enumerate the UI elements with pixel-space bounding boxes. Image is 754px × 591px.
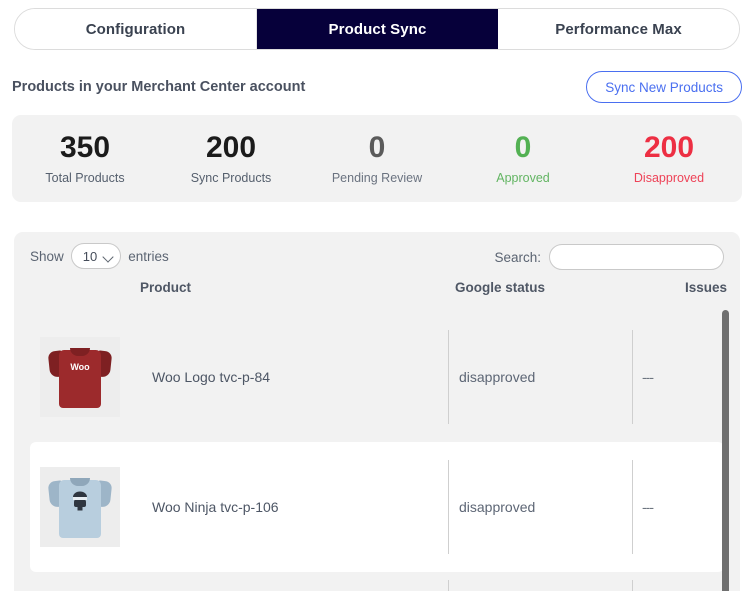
column-header-google-status[interactable]: Google status: [455, 280, 545, 295]
stat-disapproved-value: 200: [643, 130, 695, 164]
stat-approved-value: 0: [514, 130, 532, 164]
tshirt-icon: [47, 474, 113, 540]
table-header-row: Product Google status Issues: [14, 280, 740, 312]
column-divider: [632, 460, 633, 554]
stat-disapproved: 200 Disapproved: [596, 132, 742, 186]
stat-sync-products: 200 Sync Products: [158, 132, 304, 186]
tshirt-icon: Woo: [47, 344, 113, 410]
page-title: Products in your Merchant Center account: [12, 79, 306, 95]
page-length-select[interactable]: 10: [70, 243, 122, 269]
table-row[interactable]: [14, 572, 740, 591]
product-thumbnail: [40, 467, 120, 547]
column-divider: [632, 580, 633, 591]
stat-total-products-value: 350: [59, 130, 111, 164]
page-length-group: Show 10 entries: [30, 243, 169, 269]
stat-disapproved-label: Disapproved: [633, 171, 705, 186]
thumbnail-print-text: Woo: [70, 362, 90, 372]
issues-value: ---: [642, 499, 654, 515]
stat-total-products: 350 Total Products: [12, 132, 158, 186]
sync-new-products-button[interactable]: Sync New Products: [586, 71, 742, 103]
stat-approved-label: Approved: [496, 171, 550, 186]
tab-bar: Configuration Product Sync Performance M…: [14, 8, 740, 50]
stat-pending-review-label: Pending Review: [331, 171, 423, 186]
tab-configuration-label: Configuration: [85, 20, 186, 38]
product-name[interactable]: Woo Ninja tvc-p-106: [152, 499, 279, 515]
tab-configuration[interactable]: Configuration: [15, 9, 257, 49]
stat-sync-products-value: 200: [205, 130, 257, 164]
search-group: Search:: [494, 244, 724, 270]
stat-total-products-label: Total Products: [45, 171, 125, 186]
products-table-panel: Show 10 entries Search: Product Google s…: [14, 232, 740, 591]
tab-product-sync-label: Product Sync: [328, 20, 427, 38]
tab-product-sync[interactable]: Product Sync: [257, 9, 498, 49]
google-status-value: disapproved: [459, 369, 536, 385]
stat-pending-review: 0 Pending Review: [304, 132, 450, 186]
stat-pending-review-value: 0: [368, 130, 386, 164]
show-label: Show: [30, 248, 64, 264]
table-body: Woo Woo Logo tvc-p-84 disapproved --- Wo…: [14, 312, 740, 591]
stat-sync-products-label: Sync Products: [190, 171, 272, 186]
ninja-graphic-icon: [73, 491, 87, 511]
table-row[interactable]: Woo Woo Logo tvc-p-84 disapproved ---: [14, 312, 740, 442]
google-status-value: disapproved: [459, 499, 536, 515]
entries-label: entries: [128, 248, 169, 264]
issues-value: ---: [642, 369, 654, 385]
product-name[interactable]: Woo Logo tvc-p-84: [152, 369, 270, 385]
column-header-issues[interactable]: Issues: [685, 280, 727, 295]
search-input[interactable]: [549, 244, 724, 270]
tab-performance-max-label: Performance Max: [555, 20, 682, 38]
column-divider: [448, 580, 449, 591]
table-row[interactable]: Woo Ninja tvc-p-106 disapproved ---: [30, 442, 724, 572]
column-divider: [448, 460, 449, 554]
tab-performance-max[interactable]: Performance Max: [498, 9, 739, 49]
column-header-product[interactable]: Product: [140, 280, 191, 295]
stat-approved: 0 Approved: [450, 132, 596, 186]
column-divider: [448, 330, 449, 424]
table-vertical-scrollbar[interactable]: [722, 310, 729, 591]
page-length-value: 10: [82, 248, 98, 264]
product-sync-page: Configuration Product Sync Performance M…: [0, 0, 754, 591]
stats-card: 350 Total Products 200 Sync Products 0 P…: [12, 115, 742, 202]
column-divider: [632, 330, 633, 424]
search-label: Search:: [494, 249, 541, 265]
table-controls: Show 10 entries Search:: [14, 232, 740, 280]
chevron-down-icon: [104, 252, 113, 261]
product-thumbnail: Woo: [40, 337, 120, 417]
section-subheader: Products in your Merchant Center account…: [12, 71, 742, 103]
